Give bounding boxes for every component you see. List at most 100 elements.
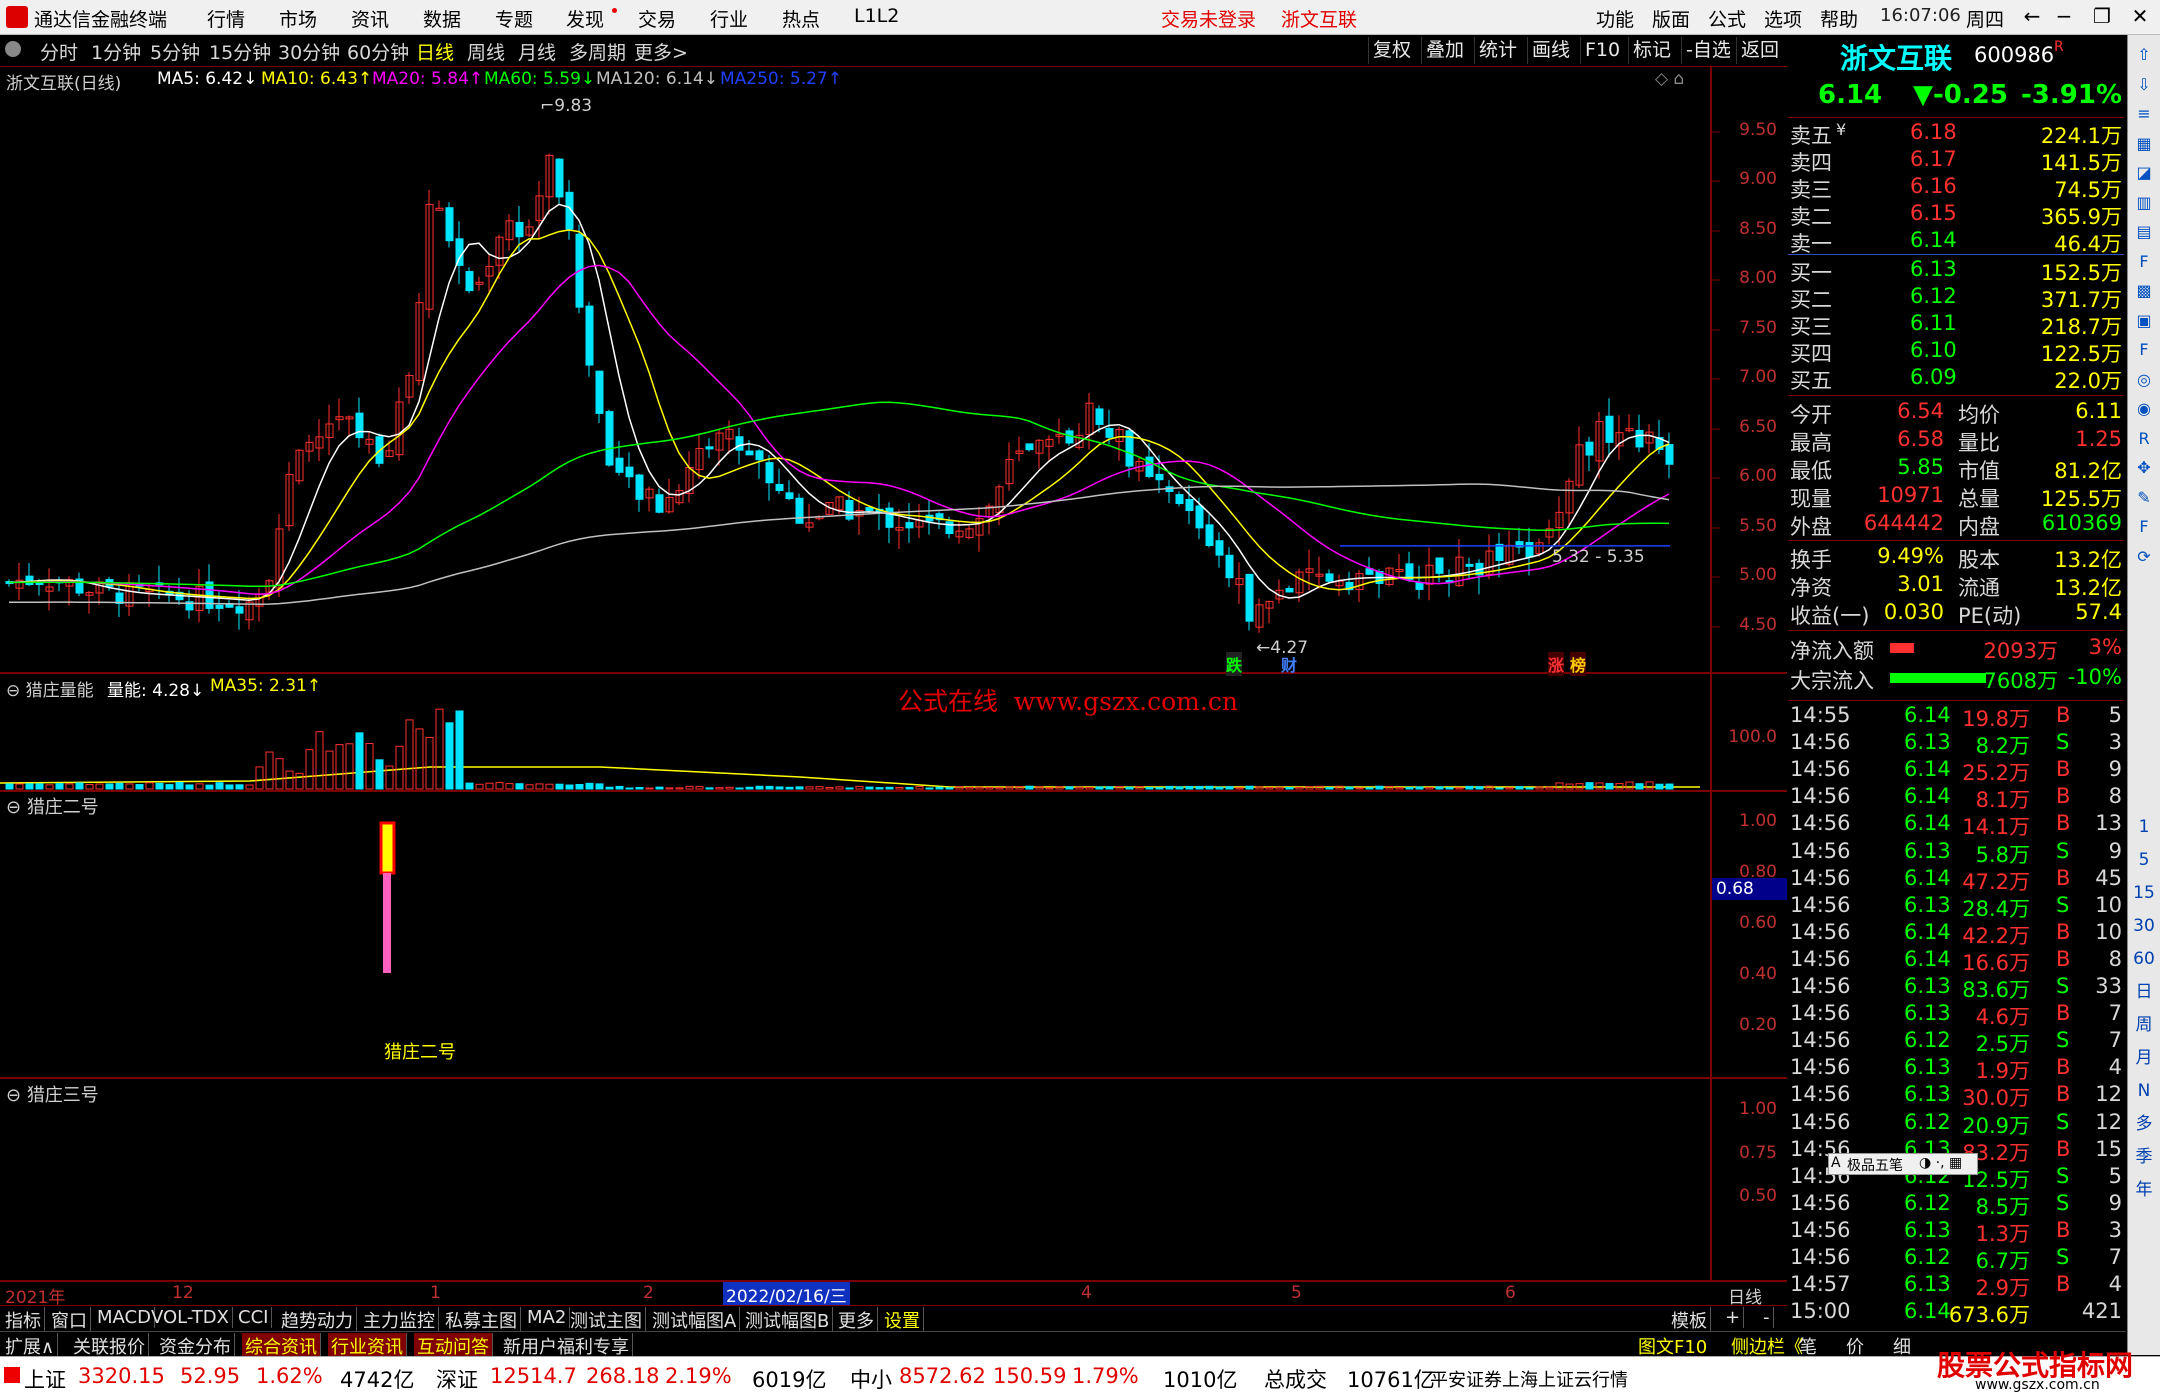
menu-redian[interactable]: 热点	[782, 5, 820, 32]
chart-icon[interactable]: ◪	[2132, 161, 2156, 185]
f2-icon[interactable]: F	[2132, 338, 2156, 362]
indicator-tab[interactable]: VOL-TDX	[148, 1307, 233, 1328]
period-multi[interactable]: 多周期	[569, 38, 626, 65]
idx-sh-name[interactable]: 上证	[24, 1364, 66, 1394]
period-more[interactable]: 更多>	[634, 38, 688, 65]
marker-bang[interactable]: 榜	[1570, 652, 1587, 676]
period-30min[interactable]: 30分钟	[278, 38, 340, 65]
sidebar-period[interactable]: 60	[2132, 947, 2156, 971]
btn-f10[interactable]: F10	[1580, 37, 1624, 64]
btn-biaoji[interactable]: 标记	[1628, 37, 1675, 64]
sidebar-period[interactable]: 月	[2132, 1046, 2156, 1070]
indicator-tab[interactable]: 私募主图	[442, 1307, 521, 1333]
trade-login-status[interactable]: 交易未登录	[1161, 5, 1256, 32]
bid-row[interactable]: 买一 6.13 152.5万	[1788, 257, 2124, 285]
f10-icon[interactable]: F	[2132, 250, 2156, 274]
period-60min[interactable]: 60分钟	[347, 38, 409, 65]
marker-cai[interactable]: 财	[1281, 652, 1297, 676]
btn-fanhui[interactable]: 返回	[1736, 37, 1783, 64]
menu-zixun[interactable]: 资讯	[351, 5, 389, 32]
list-icon[interactable]: ≡	[2132, 102, 2156, 126]
ask-row[interactable]: 卖三 6.16 74.5万	[1788, 174, 2124, 202]
refresh-icon[interactable]: ⟳	[2132, 545, 2156, 569]
doc-icon[interactable]: ▤	[2132, 220, 2156, 244]
indicator-tab[interactable]: 窗口	[48, 1307, 91, 1333]
pen-icon[interactable]: ✎	[2132, 486, 2156, 510]
up-icon[interactable]: ⇧	[2132, 43, 2156, 67]
sidebar-period[interactable]: 5	[2132, 848, 2156, 872]
indicator-tab[interactable]: 主力监控	[360, 1307, 439, 1333]
ask-row[interactable]: 卖四 6.17 141.5万	[1788, 147, 2124, 175]
indicator-tab[interactable]: MACD	[94, 1307, 155, 1328]
period-monthly[interactable]: 月线	[518, 38, 556, 65]
menu-hangqing[interactable]: 行情	[207, 5, 245, 32]
sidebar-period[interactable]: 1	[2132, 815, 2156, 839]
minimize-icon[interactable]: −	[2044, 2, 2084, 30]
bid-row[interactable]: 买二 6.12 371.7万	[1788, 284, 2124, 312]
fs-icon[interactable]: F	[2132, 515, 2156, 539]
ring-icon[interactable]: ◎	[2132, 368, 2156, 392]
indicator-tab[interactable]: 指标	[2, 1307, 45, 1333]
indicator-tab[interactable]: 测试幅图B	[742, 1307, 834, 1333]
sidebar-period[interactable]: 季	[2132, 1145, 2156, 1169]
period-15min[interactable]: 15分钟	[209, 38, 271, 65]
menu-hangye[interactable]: 行业	[710, 5, 748, 32]
server-name[interactable]: 平安证券上海上证云行情	[1430, 1366, 1628, 1392]
move-icon[interactable]: ✥	[2132, 456, 2156, 480]
menu-shichang[interactable]: 市场	[279, 5, 317, 32]
btn-diejia[interactable]: 叠加	[1421, 37, 1468, 64]
candle-icon[interactable]: ▥	[2132, 191, 2156, 215]
marker-zhang[interactable]: 涨	[1548, 652, 1565, 676]
bid-row[interactable]: 买五 6.09 22.0万	[1788, 365, 2124, 393]
indicator-tab[interactable]: CCI	[235, 1307, 273, 1328]
menu-banmian[interactable]: 版面	[1652, 5, 1690, 32]
ime-popup[interactable]: A 极品五笔 ◑ ·, ▦	[1828, 1153, 1978, 1175]
fund-icon[interactable]: ▣	[2132, 309, 2156, 333]
down-icon[interactable]: ⇩	[2132, 73, 2156, 97]
table-icon[interactable]: ▦	[2132, 132, 2156, 156]
sidebar-period[interactable]: 周	[2132, 1013, 2156, 1037]
restore-icon[interactable]: ❐	[2082, 2, 2122, 30]
menu-bangzhu[interactable]: 帮助	[1820, 5, 1858, 32]
ask-row[interactable]: 卖五 ¥6.18 224.1万	[1788, 120, 2124, 148]
grid-icon[interactable]: ▩	[2132, 279, 2156, 303]
menu-l1l2[interactable]: L1L2	[854, 5, 899, 27]
indicator-tab[interactable]: 趋势动力	[278, 1307, 357, 1333]
idx-zx-name[interactable]: 中小	[850, 1364, 892, 1394]
menu-gongshi[interactable]: 公式	[1708, 5, 1746, 32]
idx-sz-name[interactable]: 深证	[436, 1364, 478, 1394]
menu-gongneng[interactable]: 功能	[1596, 5, 1634, 32]
template-button[interactable]: 模板	[1668, 1307, 1711, 1333]
sidebar-period[interactable]: N	[2132, 1079, 2156, 1103]
remove-tab-button[interactable]: -	[1760, 1307, 1774, 1328]
indicator-tab[interactable]: 更多	[835, 1307, 878, 1333]
flow-row[interactable]: 大宗流入 -7608万 -10%	[1788, 665, 2124, 693]
add-tab-button[interactable]: +	[1722, 1307, 1745, 1328]
menu-faxian[interactable]: 发现	[566, 5, 604, 32]
close-icon[interactable]: ✕	[2120, 2, 2160, 30]
period-fenshi[interactable]: 分时	[40, 38, 78, 65]
ask-row[interactable]: 卖二 6.15 365.9万	[1788, 201, 2124, 229]
marker-die[interactable]: 跌	[1226, 652, 1243, 676]
btn-tongji[interactable]: 统计	[1474, 37, 1521, 64]
period-daily[interactable]: 日线	[416, 38, 454, 65]
indicator-tab[interactable]: MA2	[524, 1307, 571, 1328]
menu-shuju[interactable]: 数据	[423, 5, 461, 32]
sidebar-period[interactable]: 多	[2132, 1112, 2156, 1136]
btn-zixuan[interactable]: -自选	[1681, 37, 1735, 64]
ask-row[interactable]: 卖一 6.14 46.4万	[1788, 228, 2124, 256]
period-weekly[interactable]: 周线	[467, 38, 505, 65]
sidebar-period[interactable]: 30	[2132, 914, 2156, 938]
sidebar-period[interactable]: 15	[2132, 881, 2156, 905]
indicator-tab[interactable]: 测试幅图A	[649, 1307, 741, 1333]
collapse-icon[interactable]	[5, 41, 21, 57]
chart-option-icon[interactable]: ◇ ⌂	[1655, 69, 1684, 89]
bid-row[interactable]: 买三 6.11 218.7万	[1788, 311, 2124, 339]
menu-jiaoyi[interactable]: 交易	[638, 5, 676, 32]
indicator-tab[interactable]: 测试主图	[567, 1307, 646, 1333]
btn-huaxian[interactable]: 画线	[1527, 37, 1574, 64]
period-5min[interactable]: 5分钟	[150, 38, 200, 65]
sidebar-period[interactable]: 日	[2132, 980, 2156, 1004]
indicator-tab[interactable]: 设置	[881, 1307, 924, 1333]
bid-row[interactable]: 买四 6.10 122.5万	[1788, 338, 2124, 366]
